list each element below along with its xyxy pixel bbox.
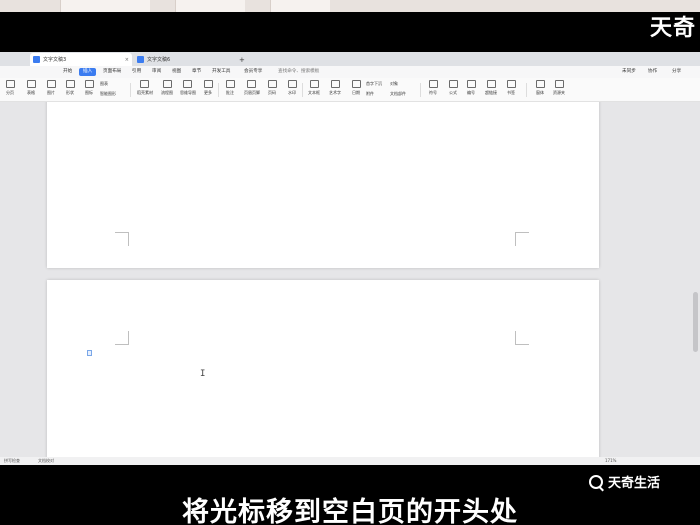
tab-label: 文字文稿6 (147, 57, 171, 63)
picture-button[interactable]: 图片 (44, 80, 58, 100)
menu-review[interactable]: 审阅 (152, 68, 161, 76)
subtitle-caption: 将光标移到空白页的开头处 (182, 497, 518, 525)
flowchart-button[interactable]: 流程图 (160, 80, 174, 100)
margin-mark (115, 331, 129, 345)
shape-button[interactable]: 形状 (63, 80, 77, 100)
doc-parts-button[interactable]: 文档部件 (390, 91, 406, 97)
document-tab-bar: 文字文稿3 × 文字文稿6 + (0, 52, 700, 66)
chart-button[interactable]: 图表 (100, 81, 108, 87)
form-button[interactable]: 窗体 (533, 80, 547, 100)
tab-label: 文字文稿3 (43, 57, 67, 63)
collaborate-button[interactable]: 协作 (648, 68, 657, 76)
brand-watermark-top: 天奇 (649, 16, 696, 41)
brand-watermark-bottom: 天奇生活 (588, 472, 660, 491)
document-icon (33, 56, 40, 63)
video-frame: 天奇 文字文稿3 × 文字文稿6 + 开始 插入 页面布局 引用 审阅 视图 章… (0, 0, 700, 525)
top-letterbox: 天奇 (0, 0, 700, 52)
comment-button[interactable]: 批注 (223, 80, 237, 100)
menu-developer[interactable]: 开发工具 (212, 68, 230, 76)
vertical-scrollbar[interactable] (693, 102, 698, 457)
scrollbar-thumb[interactable] (693, 292, 698, 352)
bookmark-button[interactable]: 书签 (504, 80, 518, 100)
docer-material-button[interactable]: 稻壳素材 (137, 80, 153, 100)
share-button[interactable]: 分享 (672, 68, 681, 76)
text-cursor-icon: I (200, 369, 206, 379)
status-bar: 拼写检查 文档校对 171% (0, 457, 700, 465)
wps-writer-window: 文字文稿3 × 文字文稿6 + 开始 插入 页面布局 引用 审阅 视图 章节 开… (0, 52, 700, 465)
watermark-button[interactable]: 水印 (285, 80, 299, 100)
hyperlink-button[interactable]: 超链接 (484, 80, 498, 100)
menu-references[interactable]: 引用 (132, 68, 141, 76)
page-1[interactable] (47, 102, 599, 268)
text-box-button[interactable]: 文本框 (307, 80, 321, 100)
new-tab-button[interactable]: + (236, 53, 246, 66)
insert-ribbon: 分页 表格 图片 形状 图标 图表 智能图形 稻壳素材 流程图 思维导图 更多 … (0, 78, 700, 102)
header-footer-button[interactable]: 页眉页脚 (244, 80, 260, 100)
margin-mark (515, 232, 529, 246)
menu-insert[interactable]: 插入 (79, 68, 97, 76)
page-number-button[interactable]: 页码 (265, 80, 279, 100)
margin-mark (115, 232, 129, 246)
zoom-level[interactable]: 171% (605, 458, 616, 463)
smart-art-button[interactable]: 智能图形 (100, 91, 116, 97)
document-icon (137, 56, 144, 63)
margin-mark (515, 331, 529, 345)
menu-bar: 开始 插入 页面布局 引用 审阅 视图 章节 开发工具 会员专享 查找命令、搜索… (0, 66, 700, 78)
object-button[interactable]: 对象 (390, 81, 398, 87)
menu-home[interactable]: 开始 (63, 68, 72, 76)
numbering-button[interactable]: 编号 (464, 80, 478, 100)
brand-logo-icon (588, 474, 603, 489)
symbol-button[interactable]: 符号 (426, 80, 440, 100)
menu-chapter[interactable]: 章节 (192, 68, 201, 76)
paragraph-layout-icon[interactable] (87, 350, 92, 356)
menu-page-layout[interactable]: 页面布局 (103, 68, 121, 76)
document-canvas[interactable]: I (0, 102, 700, 457)
date-button[interactable]: 日期 (349, 80, 363, 100)
page-2-blank[interactable]: I (47, 280, 599, 457)
word-art-button[interactable]: 艺术字 (328, 80, 342, 100)
tab-document-3[interactable]: 文字文稿3 × (30, 53, 132, 66)
brand-name: 天奇生活 (607, 476, 660, 491)
tab-document-6[interactable]: 文字文稿6 (134, 53, 234, 66)
formula-button[interactable]: 公式 (446, 80, 460, 100)
icon-button[interactable]: 图标 (82, 80, 96, 100)
table-button[interactable]: 表格 (24, 80, 38, 100)
doc-proofread-toggle[interactable]: 文档校对 (38, 458, 54, 464)
mind-map-button[interactable]: 思维导图 (180, 80, 196, 100)
background-window-strip (0, 0, 700, 12)
menu-view[interactable]: 视图 (172, 68, 181, 76)
resource-folder-button[interactable]: 资源夹 (552, 80, 566, 100)
attachment-button[interactable]: 附件 (366, 91, 374, 97)
menu-member[interactable]: 会员专享 (244, 68, 262, 76)
drop-cap-button[interactable]: 首字下沉 (366, 81, 382, 87)
more-button[interactable]: 更多 (201, 80, 215, 100)
command-search[interactable]: 查找命令、搜索模板 (278, 68, 319, 76)
sync-status[interactable]: 未同步 (622, 68, 636, 76)
page-break-button[interactable]: 分页 (3, 80, 17, 100)
spell-check-toggle[interactable]: 拼写检查 (4, 458, 20, 464)
close-icon[interactable]: × (125, 57, 129, 63)
